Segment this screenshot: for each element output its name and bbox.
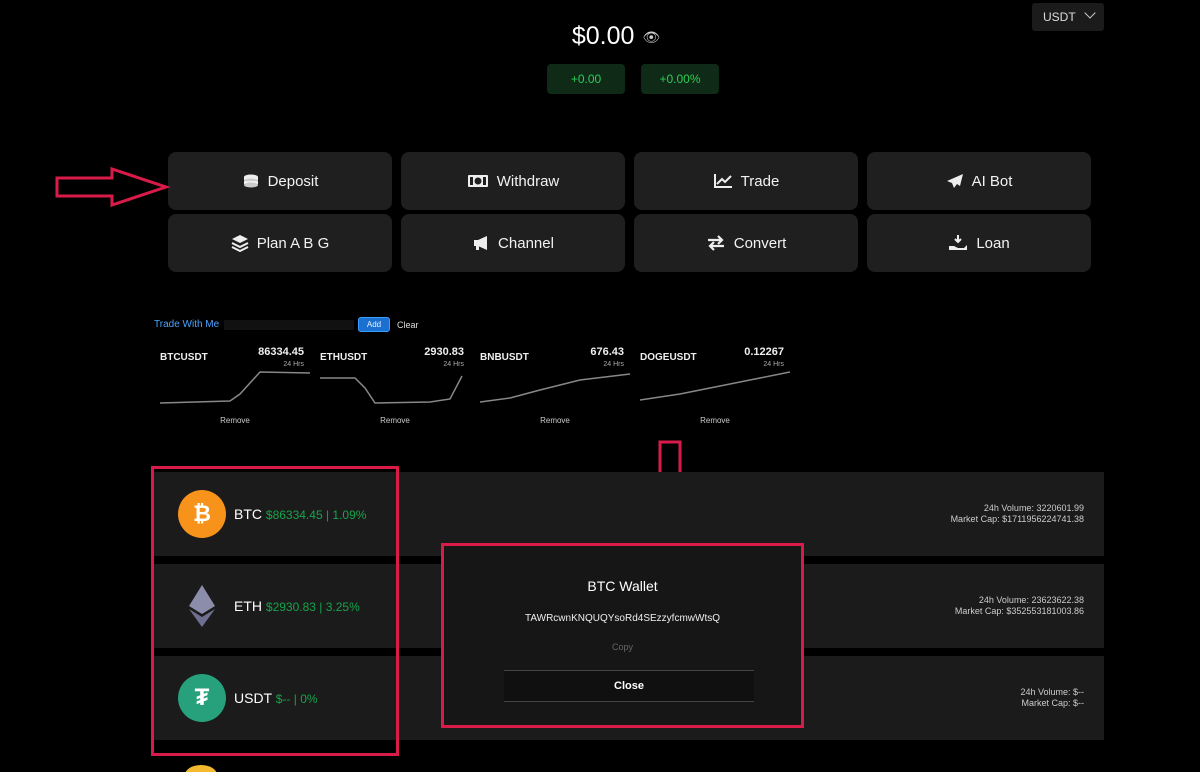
hand-coin-icon — [949, 235, 968, 250]
change-amount-badge: +0.00 — [547, 64, 625, 94]
wallet-modal: BTC Wallet TAWRcwnKNQUQYsoRd4SEzzyfcmwWt… — [441, 543, 804, 728]
mini-chart-price: 0.12267 — [744, 346, 784, 358]
eye-icon[interactable]: 👁 — [642, 29, 660, 46]
next-coin-icon-partial — [185, 765, 217, 772]
mini-chart-btc: BTCUSDT 86334.45 24 Hrs Remove — [160, 344, 310, 430]
modal-title: BTC Wallet — [587, 578, 658, 594]
mini-chart-symbol: BNBUSDT — [480, 352, 529, 363]
channel-label: Channel — [498, 234, 554, 252]
withdraw-label: Withdraw — [496, 172, 560, 190]
coin-market-cap: Market Cap: $1711956224741.38 — [950, 514, 1084, 524]
clear-button[interactable]: Clear — [397, 320, 419, 330]
exchange-arrows-icon — [707, 235, 724, 251]
money-bill-icon — [467, 175, 488, 187]
megaphone-icon — [474, 236, 488, 250]
plan-label: Plan A B G — [256, 234, 330, 252]
mini-chart-doge: DOGEUSDT 0.12267 24 Hrs Remove — [640, 344, 790, 430]
layers-icon — [231, 235, 249, 252]
sparkline — [320, 375, 463, 404]
loan-label: Loan — [976, 234, 1010, 252]
remove-button[interactable]: Remove — [640, 416, 790, 425]
mini-chart-price: 676.43 — [590, 346, 624, 358]
mini-chart-symbol: DOGEUSDT — [640, 352, 697, 363]
coin-volume: 24h Volume: $-- — [1020, 687, 1084, 697]
mini-chart-bnb: BNBUSDT 676.43 24 Hrs Remove — [480, 344, 630, 430]
plan-button[interactable]: Plan A B G — [168, 214, 392, 272]
coin-market-cap: Market Cap: $352553181003.86 — [954, 606, 1084, 616]
trade-with-me-label: Trade With Me — [154, 319, 220, 330]
mini-chart-symbol: ETHUSDT — [320, 352, 368, 363]
sparkline — [480, 373, 630, 403]
wallet-address[interactable]: TAWRcwnKNQUQYsoRd4SEzzyfcmwWtsQ — [444, 613, 801, 624]
coins-stack-icon — [243, 174, 258, 188]
close-button[interactable]: Close — [504, 670, 754, 702]
chart-line-icon — [713, 174, 732, 188]
coin-meta: 24h Volume: 3220601.99 Market Cap: $17119… — [951, 503, 1084, 525]
sparkline — [640, 371, 790, 401]
mini-chart-eth: ETHUSDT 2930.83 24 Hrs Remove — [320, 344, 470, 430]
annotation-highlight-box — [151, 466, 399, 756]
annotation-arrow-right — [55, 166, 171, 208]
channel-button[interactable]: Channel — [401, 214, 625, 272]
remove-button[interactable]: Remove — [160, 416, 310, 425]
add-button[interactable]: Add — [358, 317, 390, 332]
convert-button[interactable]: Convert — [634, 214, 858, 272]
balance-value: $0.00 — [571, 22, 635, 50]
coin-volume: 24h Volume: 3220601.99 — [983, 503, 1084, 513]
coin-volume: 24h Volume: 23623622.38 — [978, 595, 1084, 605]
trade-label: Trade — [740, 172, 780, 190]
deposit-label: Deposit — [267, 172, 319, 190]
paper-plane-icon — [946, 174, 963, 188]
symbol-input[interactable] — [224, 320, 354, 330]
change-percent: +0.00% — [659, 72, 701, 86]
loan-button[interactable]: Loan — [867, 214, 1091, 272]
mini-chart-price: 86334.45 — [258, 346, 304, 358]
deposit-button[interactable]: Deposit — [168, 152, 392, 210]
withdraw-button[interactable]: Withdraw — [401, 152, 625, 210]
remove-button[interactable]: Remove — [320, 416, 470, 425]
mini-chart-symbol: BTCUSDT — [160, 352, 208, 363]
coin-meta: 24h Volume: $-- Market Cap: $-- — [1020, 687, 1084, 709]
change-amount: +0.00 — [570, 72, 602, 86]
trade-with-me-bar: Trade With Me Add Clear — [152, 316, 432, 334]
mini-chart-price: 2930.83 — [424, 346, 464, 358]
convert-label: Convert — [733, 234, 787, 252]
ai-bot-button[interactable]: AI Bot — [867, 152, 1091, 210]
coin-meta: 24h Volume: 23623622.38 Market Cap: $3525… — [955, 595, 1084, 617]
remove-button[interactable]: Remove — [480, 416, 630, 425]
ai-bot-label: AI Bot — [971, 172, 1013, 190]
change-percent-badge: +0.00% — [641, 64, 719, 94]
balance-display: $0.00 👁 — [0, 22, 1200, 51]
copy-button[interactable]: Copy — [444, 642, 801, 652]
coin-market-cap: Market Cap: $-- — [1021, 698, 1084, 708]
sparkline — [160, 371, 310, 404]
chevron-down-icon — [1084, 7, 1096, 19]
trade-button[interactable]: Trade — [634, 152, 858, 210]
